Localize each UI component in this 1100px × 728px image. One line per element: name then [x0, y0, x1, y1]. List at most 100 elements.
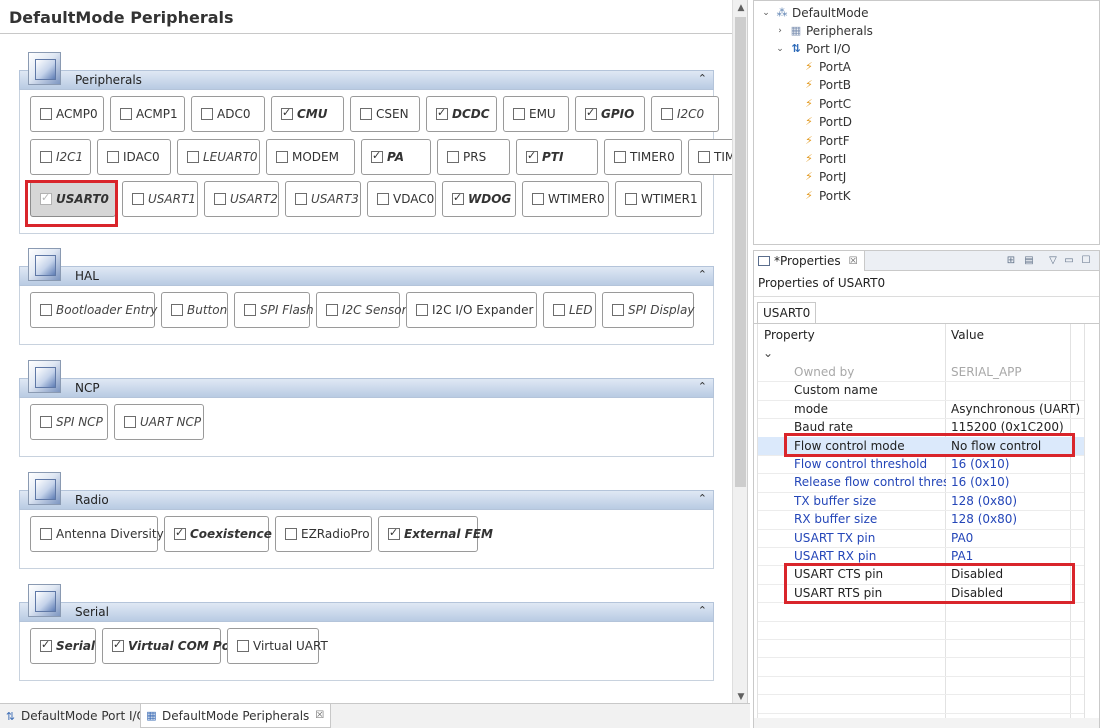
checkbox-spi-flash[interactable]: SPI Flash	[234, 292, 314, 328]
property-row-owned-by[interactable]: Owned by SERIAL_APP	[758, 363, 1094, 381]
section-header-peripherals[interactable]: Peripherals ⌃	[19, 70, 714, 90]
checkbox-virtual-com-port[interactable]: Virtual COM Port	[102, 628, 242, 664]
checkbox-checked-icon[interactable]	[40, 638, 52, 652]
checkbox-unchecked-icon[interactable]	[244, 304, 256, 316]
checkbox-unchecked-icon[interactable]	[107, 151, 119, 163]
checkbox-i2c1[interactable]: I2C1	[30, 139, 91, 175]
checkbox-acmp0[interactable]: ACMP0	[30, 96, 104, 132]
checkbox-unchecked-icon[interactable]	[171, 304, 183, 316]
checkbox-unchecked-icon[interactable]	[214, 193, 226, 205]
checkbox-checked-icon[interactable]	[388, 526, 400, 540]
property-row-release-flow-control-threshold[interactable]: Release flow control threshold 16 (0x10)	[758, 473, 1094, 491]
checkbox-unchecked-icon[interactable]	[40, 304, 52, 316]
checkbox-unchecked-icon[interactable]	[40, 528, 52, 540]
checkbox-unchecked-icon[interactable]	[285, 528, 297, 540]
checkbox-unchecked-icon[interactable]	[661, 108, 673, 120]
checkbox-cmu[interactable]: CMU	[271, 96, 344, 132]
checkbox-pa[interactable]: PA	[361, 139, 431, 175]
checkbox-unchecked-icon[interactable]	[698, 151, 710, 163]
property-value[interactable]: SERIAL_APP	[951, 363, 1091, 381]
property-row-mode[interactable]: mode Asynchronous (UART)	[758, 400, 1094, 418]
tree-item-portd[interactable]: ⚡ PortD	[802, 113, 852, 131]
tree-item-portk[interactable]: ⚡ PortK	[802, 187, 851, 205]
property-row-flow-control-mode[interactable]: Flow control mode No flow control	[758, 436, 1094, 455]
checkbox-virtual-uart[interactable]: Virtual UART	[227, 628, 328, 664]
group-collapse-chevron-icon[interactable]: ⌄	[763, 346, 773, 360]
checkbox-unchecked-icon[interactable]	[295, 193, 307, 205]
checkbox-unchecked-icon[interactable]	[377, 193, 389, 205]
checkbox-serial[interactable]: Serial	[30, 628, 96, 664]
property-row-baud-rate[interactable]: Baud rate 115200 (0x1C200)	[758, 418, 1094, 436]
property-value[interactable]: 115200 (0x1C200)	[951, 418, 1091, 436]
checkbox-unchecked-icon[interactable]	[120, 108, 132, 120]
checkbox-unchecked-icon[interactable]	[132, 193, 144, 205]
checkbox-unchecked-icon[interactable]	[40, 151, 52, 163]
properties-horizontal-scrollbar[interactable]	[754, 718, 1099, 728]
checkbox-unchecked-icon[interactable]	[124, 416, 136, 428]
scroll-up-arrow-icon[interactable]: ▲	[733, 0, 747, 16]
checkbox-checked-icon[interactable]	[585, 106, 597, 120]
checkbox-checked-icon[interactable]	[174, 526, 186, 540]
tree-item-porti[interactable]: ⚡ PortI	[802, 150, 846, 168]
property-row-flow-control-threshold[interactable]: Flow control threshold 16 (0x10)	[758, 455, 1094, 473]
checkbox-external-fem[interactable]: External FEM	[378, 516, 493, 552]
collapse-section-icon[interactable]: ⌃	[698, 72, 707, 85]
checkbox-gpio[interactable]: GPIO	[575, 96, 645, 132]
tree-item-defaultmode[interactable]: ⌄ ⁂ DefaultMode	[760, 4, 868, 22]
checkbox-usart0[interactable]: USART0	[30, 181, 116, 217]
checkbox-button[interactable]: Button	[161, 292, 228, 328]
property-row-usart-tx-pin[interactable]: USART TX pin PA0	[758, 529, 1094, 547]
maximize-icon[interactable]: ☐	[1079, 254, 1093, 267]
property-value[interactable]: Asynchronous (UART)	[951, 400, 1091, 418]
collapse-section-icon[interactable]: ⌃	[698, 380, 707, 393]
checkbox-unchecked-icon[interactable]	[40, 416, 52, 428]
checkbox-usart2[interactable]: USART2	[204, 181, 279, 217]
checkbox-checked-icon[interactable]	[40, 191, 52, 205]
checkbox-pti[interactable]: PTI	[516, 139, 598, 175]
property-value[interactable]: Disabled	[951, 584, 1091, 602]
checkbox-unchecked-icon[interactable]	[360, 108, 372, 120]
tree-item-portc[interactable]: ⚡ PortC	[802, 95, 851, 113]
property-value[interactable]: PA1	[951, 547, 1091, 565]
scroll-thumb[interactable]	[735, 17, 746, 487]
section-header-radio[interactable]: Radio ⌃	[19, 490, 714, 510]
section-header-ncp[interactable]: NCP ⌃	[19, 378, 714, 398]
property-value[interactable]: PA0	[951, 529, 1091, 547]
checkbox-timer0[interactable]: TIMER0	[604, 139, 682, 175]
checkbox-uart-ncp[interactable]: UART NCP	[114, 404, 204, 440]
checkbox-unchecked-icon[interactable]	[447, 151, 459, 163]
property-value[interactable]: 16 (0x10)	[951, 455, 1091, 473]
checkbox-unchecked-icon[interactable]	[612, 304, 624, 316]
checkbox-unchecked-icon[interactable]	[625, 193, 637, 205]
property-value[interactable]: No flow control	[951, 437, 1091, 455]
checkbox-checked-icon[interactable]	[436, 106, 448, 120]
checkbox-ezradiopro[interactable]: EZRadioPro	[275, 516, 372, 552]
checkbox-antenna-diversity[interactable]: Antenna Diversity	[30, 516, 164, 552]
checkbox-unchecked-icon[interactable]	[553, 304, 565, 316]
property-row-rx-buffer-size[interactable]: RX buffer size 128 (0x80)	[758, 510, 1094, 528]
checkbox-i2c0[interactable]: I2C0	[651, 96, 719, 132]
checkbox-adc0[interactable]: ADC0	[191, 96, 265, 132]
checkbox-vdac0[interactable]: VDAC0	[367, 181, 436, 217]
checkbox-checked-icon[interactable]	[526, 149, 538, 163]
tree-item-port-io[interactable]: ⌄ ⇅ Port I/O	[774, 40, 850, 58]
tree-item-porta[interactable]: ⚡ PortA	[802, 58, 851, 76]
checkbox-csen[interactable]: CSEN	[350, 96, 420, 132]
checkbox-wtimer1[interactable]: WTIMER1	[615, 181, 702, 217]
checkbox-modem[interactable]: MODEM	[266, 139, 355, 175]
section-header-serial[interactable]: Serial ⌃	[19, 602, 714, 622]
minimize-icon[interactable]: ▭	[1062, 254, 1076, 267]
checkbox-emu[interactable]: EMU	[503, 96, 569, 132]
checkbox-wtimer0[interactable]: WTIMER0	[522, 181, 609, 217]
checkbox-checked-icon[interactable]	[371, 149, 383, 163]
checkbox-usart3[interactable]: USART3	[285, 181, 361, 217]
checkbox-unchecked-icon[interactable]	[614, 151, 626, 163]
checkbox-unchecked-icon[interactable]	[40, 108, 52, 120]
close-tab-icon[interactable]: ☒	[315, 710, 324, 721]
pin-view-icon[interactable]: ⊞	[1004, 254, 1018, 267]
property-value[interactable]: 128 (0x80)	[951, 492, 1091, 510]
checkbox-spi-ncp[interactable]: SPI NCP	[30, 404, 108, 440]
checkbox-unchecked-icon[interactable]	[276, 151, 288, 163]
checkbox-unchecked-icon[interactable]	[513, 108, 525, 120]
tree-item-portj[interactable]: ⚡ PortJ	[802, 168, 846, 186]
